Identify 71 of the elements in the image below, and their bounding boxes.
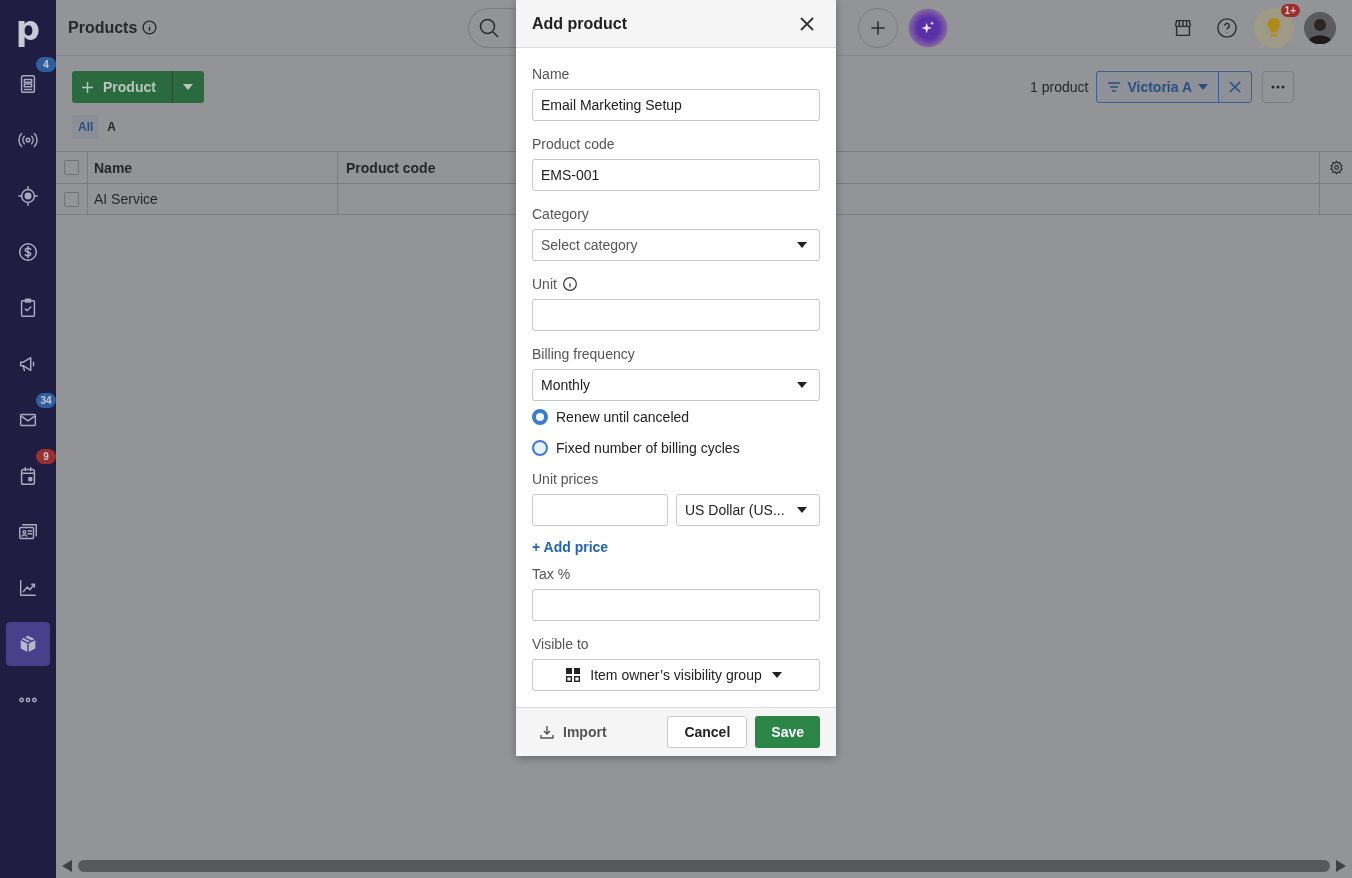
count-badge: 9	[36, 449, 56, 464]
count-badge: 34	[36, 393, 56, 408]
app-logo[interactable]: p	[15, 0, 41, 56]
field-label: Unit	[532, 276, 557, 292]
caret-icon	[797, 382, 807, 388]
field-label: Name	[532, 66, 570, 82]
scrollbar-thumb[interactable]	[78, 860, 1330, 872]
more-icon	[17, 697, 39, 703]
sidebar-item[interactable]	[6, 622, 50, 666]
letter-filter-tab[interactable]: A	[101, 115, 122, 139]
ai-assistant-button[interactable]	[908, 7, 948, 48]
chart-icon	[17, 577, 39, 599]
text-field[interactable]	[532, 589, 820, 621]
field-label: Product code	[532, 136, 615, 152]
row-checkbox[interactable]	[64, 191, 79, 207]
dollar-icon	[17, 241, 39, 263]
tips-button[interactable]	[1254, 7, 1294, 48]
dropdown-button[interactable]	[171, 71, 204, 103]
more-icon	[1271, 85, 1285, 89]
caret-icon	[183, 84, 194, 90]
caret-icon	[1198, 84, 1208, 90]
radio-option[interactable]: Renew until canceled	[532, 407, 820, 427]
cancel-button[interactable]: Cancel	[667, 716, 748, 748]
caret-icon	[771, 672, 782, 678]
caret-icon	[797, 242, 807, 248]
target-icon	[17, 185, 39, 207]
scroll-right-icon[interactable]	[1336, 860, 1346, 872]
import-button[interactable]: Import	[536, 724, 611, 740]
price-field[interactable]	[532, 494, 668, 526]
field-label: Tax %	[532, 566, 571, 582]
download-icon	[540, 725, 554, 739]
close-icon[interactable]	[800, 16, 814, 31]
text-field[interactable]: EMS-001	[532, 159, 820, 191]
field-label: Unit prices	[532, 471, 599, 487]
select-field[interactable]: Select category	[532, 229, 820, 261]
filter-icon	[1107, 81, 1122, 93]
add-button[interactable]	[858, 7, 898, 48]
caret-icon	[797, 507, 807, 513]
add-price-link[interactable]: + Add price	[532, 539, 609, 555]
select-field[interactable]: Monthly	[532, 369, 820, 401]
text-field[interactable]: Email Marketing Setup	[532, 89, 820, 121]
column-header[interactable]: Name	[88, 152, 338, 183]
dialog-title: Add product	[532, 14, 628, 33]
table-cell: AI Service	[88, 184, 338, 214]
add-product-button[interactable]: Product	[72, 71, 172, 103]
sparkle-icon	[920, 19, 936, 36]
info-icon[interactable]	[561, 276, 578, 292]
field-label: Billing frequency	[532, 346, 635, 362]
save-button[interactable]: Save	[755, 716, 820, 748]
select-all-checkbox[interactable]	[64, 160, 79, 175]
settings-icon[interactable]	[1328, 160, 1344, 175]
field-label: Category	[532, 206, 589, 222]
close-icon	[1229, 81, 1241, 93]
notification-badge: 1+	[1280, 3, 1300, 17]
currency-select[interactable]: US Dollar (US...	[676, 494, 820, 526]
radio-option[interactable]: Fixed number of billing cycles	[532, 438, 820, 458]
plus-icon	[82, 81, 93, 93]
box-icon	[17, 633, 39, 655]
visibility-select[interactable]: Item owner’s visibility group	[532, 659, 820, 691]
grid-icon	[566, 668, 581, 682]
text-field[interactable]	[532, 299, 820, 331]
product-count: 1 product	[1030, 79, 1089, 95]
count-badge: 4	[36, 57, 56, 72]
scroll-left-icon[interactable]	[62, 860, 72, 872]
radio-button[interactable]	[532, 440, 548, 456]
avatar[interactable]	[1304, 11, 1336, 44]
page-title: Products	[68, 18, 138, 37]
help-icon[interactable]	[1216, 16, 1238, 39]
radio-button[interactable]	[532, 409, 548, 425]
field-label: Visible to	[532, 636, 589, 652]
info-icon[interactable]	[141, 19, 159, 36]
